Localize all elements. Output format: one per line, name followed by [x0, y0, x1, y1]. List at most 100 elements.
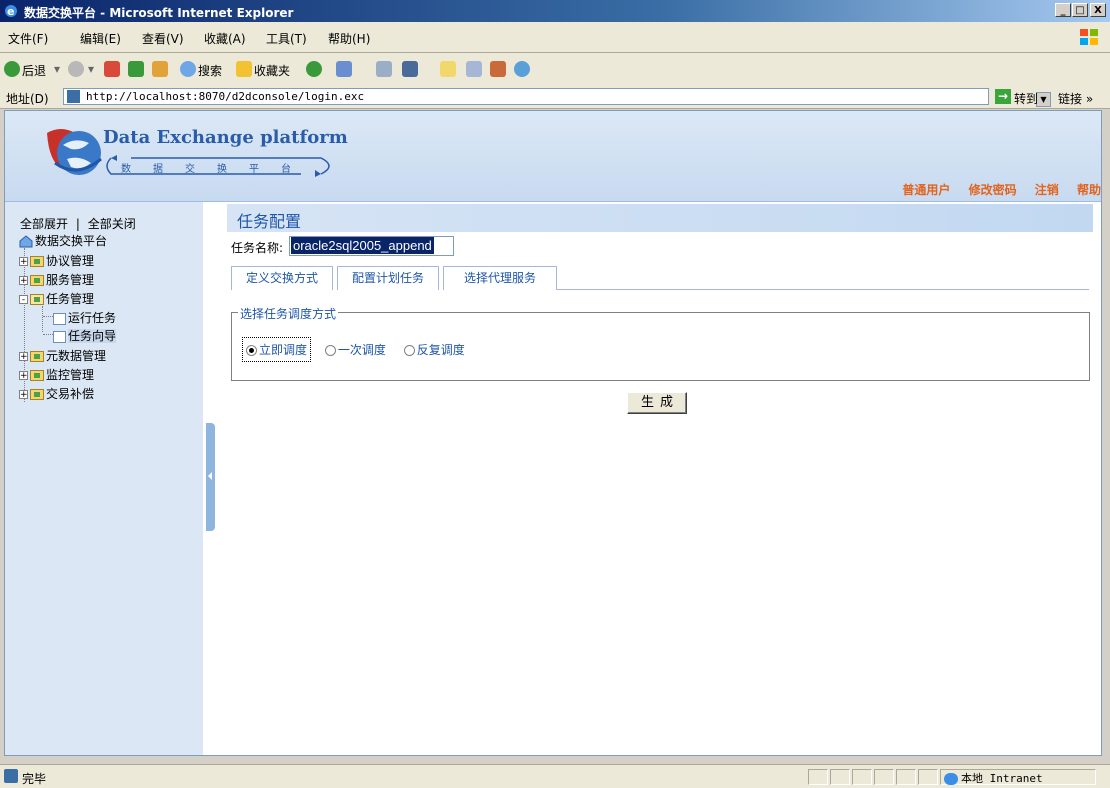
window-title: 数据交换平台 - Microsoft Internet Explorer — [24, 6, 294, 20]
tree-item-label: 运行任务 — [68, 311, 117, 325]
menu-bar: 文件(F) 编辑(E) 查看(V) 收藏(A) 工具(T) 帮助(H) — [0, 22, 1110, 53]
go-arrow-icon[interactable]: → — [995, 89, 1011, 104]
task-name-value[interactable]: oracle2sql2005_append — [291, 237, 434, 254]
expand-icon[interactable]: + — [19, 390, 28, 400]
radio-selected-icon[interactable] — [246, 345, 257, 356]
change-password-link[interactable]: 修改密码 — [969, 183, 1017, 197]
tree-controls: 全部展开 | 全部关闭 — [20, 215, 136, 232]
close-button[interactable]: X — [1090, 3, 1106, 17]
generate-button[interactable]: 生成 — [627, 392, 687, 414]
edit-icon[interactable] — [440, 61, 456, 77]
tree-root[interactable]: 数据交换平台 — [19, 232, 107, 250]
address-input[interactable]: http://localhost:8070/d2dconsole/login.e… — [63, 88, 1051, 107]
expand-all-link[interactable]: 全部展开 — [20, 217, 68, 231]
history-icon[interactable] — [336, 61, 352, 77]
page-icon — [67, 90, 80, 103]
header-banner: Data Exchange platform 数据交换平台 普通用户 修改密码 … — [5, 111, 1101, 202]
folder-icon — [30, 389, 44, 400]
folder-icon — [30, 275, 44, 286]
collapse-icon[interactable]: - — [19, 295, 28, 305]
tree-item-label: 交易补偿 — [46, 387, 95, 401]
help-link[interactable]: 帮助 — [1077, 183, 1101, 197]
refresh-icon[interactable] — [128, 61, 144, 77]
radio-icon[interactable] — [324, 345, 336, 356]
address-url[interactable]: http://localhost:8070/d2dconsole/login.e… — [86, 90, 364, 103]
menu-view[interactable]: 查看(V) — [142, 30, 184, 47]
mail-icon[interactable] — [376, 61, 392, 77]
expand-icon[interactable]: + — [19, 257, 28, 267]
status-cell — [830, 769, 850, 785]
user-nav: 普通用户 修改密码 注销 帮助 — [902, 181, 1101, 198]
home-icon[interactable] — [152, 61, 168, 77]
folder-icon — [30, 256, 44, 267]
expand-icon[interactable]: + — [19, 371, 28, 381]
expand-icon[interactable]: + — [19, 352, 28, 362]
edit-doc-icon — [53, 330, 66, 343]
address-label: 地址(D) — [6, 92, 49, 106]
tree-item-label: 协议管理 — [46, 254, 95, 268]
radio-immediate[interactable]: 立即调度 — [241, 337, 312, 362]
tree-item-service[interactable]: + 服务管理 — [19, 271, 94, 289]
favorites-star-icon[interactable] — [236, 61, 252, 77]
research-icon[interactable] — [514, 61, 530, 77]
tab-define-exchange[interactable]: 定义交换方式 — [231, 266, 333, 290]
tab-select-agent[interactable]: 选择代理服务 — [443, 266, 557, 290]
menu-favorites[interactable]: 收藏(A) — [204, 30, 246, 47]
discuss-icon[interactable] — [466, 61, 482, 77]
task-name-row: 任务名称: oracle2sql2005_append — [231, 236, 454, 256]
globe-logo-icon — [47, 129, 102, 175]
search-button[interactable]: 搜索 — [198, 62, 222, 79]
favorites-button[interactable]: 收藏夹 — [254, 62, 290, 79]
radio-label: 立即调度 — [259, 343, 308, 357]
tree-item-run-task[interactable]: 运行任务 — [53, 309, 116, 327]
menu-tools[interactable]: 工具(T) — [266, 30, 307, 47]
stop-icon[interactable] — [104, 61, 120, 77]
sidebar-collapse-handle[interactable] — [206, 423, 215, 531]
minimize-button[interactable]: _ — [1055, 3, 1071, 17]
media-icon[interactable] — [306, 61, 322, 77]
radio-label: 一次调度 — [337, 343, 386, 357]
tree-root-label: 数据交换平台 — [35, 234, 108, 248]
messenger-icon[interactable] — [490, 61, 506, 77]
go-button[interactable]: 转到 — [1014, 90, 1038, 107]
back-arrow-icon[interactable] — [4, 61, 20, 77]
tree-item-monitor[interactable]: + 监控管理 — [19, 366, 94, 384]
menu-help[interactable]: 帮助(H) — [328, 30, 370, 47]
links-button[interactable]: 链接 » — [1058, 90, 1093, 107]
status-text: 完毕 — [22, 772, 47, 786]
radio-icon[interactable] — [403, 345, 415, 356]
collapse-all-link[interactable]: 全部关闭 — [88, 217, 136, 231]
forward-dropdown-icon[interactable]: ▾ — [88, 62, 94, 76]
tree-item-label: 监控管理 — [46, 368, 95, 382]
tree-item-task-wizard[interactable]: 任务向导 — [53, 327, 117, 345]
tree-item-metadata[interactable]: + 元数据管理 — [19, 347, 106, 365]
open-folder-icon — [30, 294, 44, 305]
logout-link[interactable]: 注销 — [1035, 183, 1059, 197]
maximize-button[interactable]: □ — [1072, 3, 1088, 17]
page-viewport: Data Exchange platform 数据交换平台 普通用户 修改密码 … — [4, 110, 1102, 756]
back-button[interactable]: 后退 — [22, 62, 46, 79]
radio-repeat[interactable]: 反复调度 — [403, 341, 465, 358]
task-name-label: 任务名称: — [231, 241, 284, 255]
back-dropdown-icon[interactable]: ▾ — [54, 62, 60, 76]
tree-item-protocol[interactable]: + 协议管理 — [19, 252, 94, 270]
status-cell — [852, 769, 872, 785]
forward-arrow-icon[interactable] — [68, 61, 84, 77]
menu-edit[interactable]: 编辑(E) — [80, 30, 121, 47]
banner-subtitle-text: 数据交换平台 — [121, 164, 313, 175]
svg-text:e: e — [7, 5, 14, 18]
radio-once[interactable]: 一次调度 — [324, 341, 386, 358]
window-title-bar[interactable]: e 数据交换平台 - Microsoft Internet Explorer _… — [0, 0, 1110, 22]
print-icon[interactable] — [402, 61, 418, 77]
user-role-link[interactable]: 普通用户 — [902, 183, 950, 197]
search-icon[interactable] — [180, 61, 196, 77]
tab-schedule-task[interactable]: 配置计划任务 — [337, 266, 439, 290]
tree-item-compensation[interactable]: + 交易补偿 — [19, 385, 94, 403]
expand-icon[interactable]: + — [19, 276, 28, 286]
address-dropdown-icon[interactable]: ▼ — [1036, 92, 1051, 107]
banner-subtitle: 数据交换平台 — [101, 155, 341, 177]
tree-item-task[interactable]: - 任务管理 — [19, 290, 94, 308]
security-zone-label: 本地 Intranet — [961, 772, 1043, 785]
tree-line — [42, 306, 43, 332]
menu-file[interactable]: 文件(F) — [8, 30, 48, 47]
